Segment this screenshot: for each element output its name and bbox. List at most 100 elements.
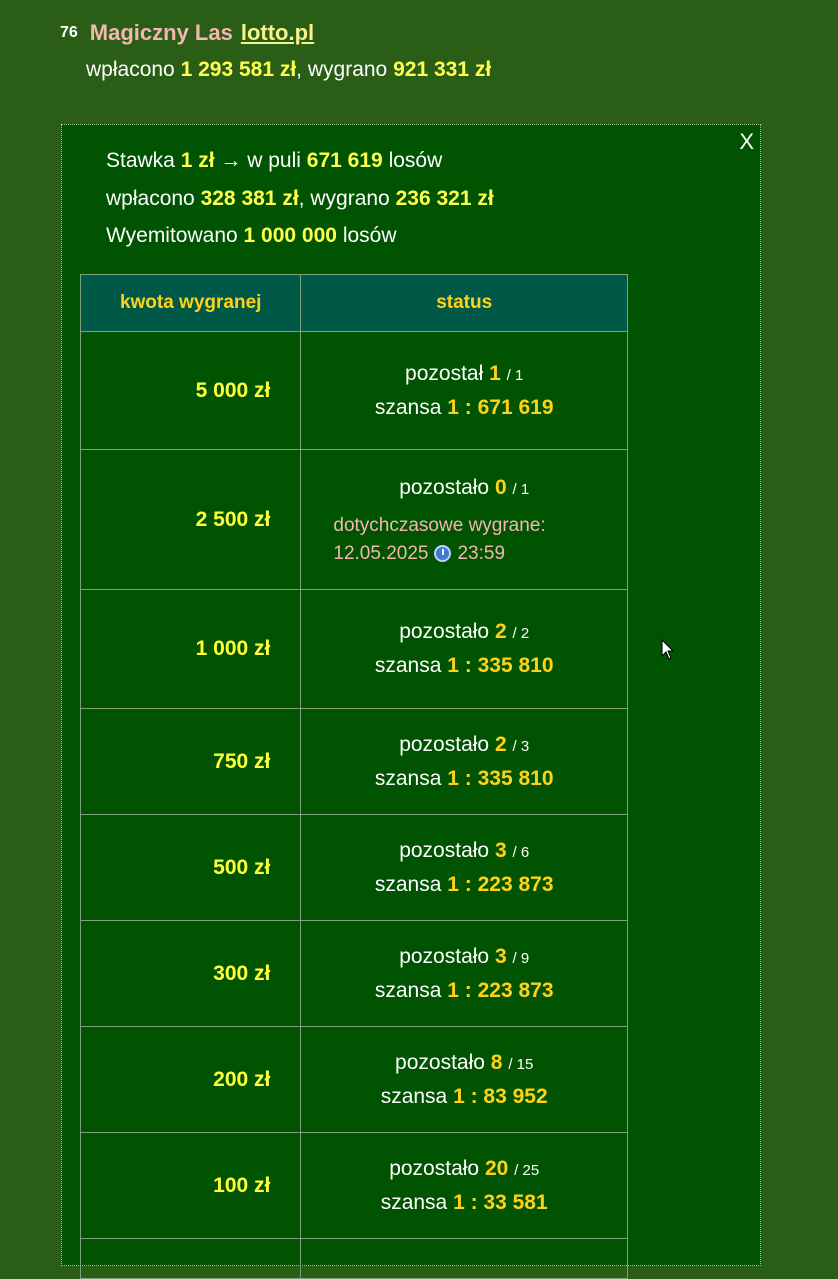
- chance-line: szansa 1 : 33 581: [302, 1187, 626, 1219]
- remaining-line: pozostało 2 / 3: [302, 729, 626, 763]
- prize-status: pozostało 2 / 3 szansa 1 : 335 810: [300, 708, 628, 815]
- pool-label: → w puli: [220, 149, 301, 172]
- remaining-line: pozostało 3 / 9: [302, 941, 626, 975]
- issued-line: Wyemitowano 1 000 000 losów: [106, 224, 397, 248]
- table-row: 100 zł pozostało 20 / 25 szansa 1 : 33 5…: [79, 1132, 628, 1239]
- prize-status: pozostał 1 / 1 szansa 1 : 671 619: [300, 331, 628, 450]
- game-title-row: 76 Magiczny Las lotto.pl: [60, 18, 314, 48]
- remaining-label: pozostało: [399, 732, 490, 756]
- stake-value: 1 zł: [180, 149, 215, 172]
- separator: ,: [296, 58, 303, 81]
- table-row: 5 000 zł pozostał 1 / 1 szansa 1 : 671 6…: [79, 331, 628, 450]
- chance-label: szansa: [374, 978, 442, 1002]
- win-date: 12.05.2025: [333, 542, 429, 564]
- total-count: / 25: [514, 1161, 540, 1179]
- pool-value: 671 619: [306, 149, 383, 172]
- chance-value: 1 : 335 810: [447, 654, 554, 677]
- table-row: 200 zł pozostało 8 / 15 szansa 1 : 83 95…: [79, 1026, 628, 1133]
- table-header-row: kwota wygranej status: [79, 274, 628, 332]
- mouse-pointer-icon: [661, 639, 675, 660]
- prize-amount: 2 500 zł: [79, 449, 302, 590]
- chance-label: szansa: [380, 1190, 448, 1214]
- prize-amount: 1 000 zł: [79, 589, 302, 709]
- remaining-count: 2: [494, 732, 507, 756]
- close-button[interactable]: X: [739, 129, 754, 155]
- prize-amount: 500 zł: [79, 814, 302, 921]
- chance-line: szansa 1 : 223 873: [302, 869, 626, 901]
- table-row: 2 500 zł pozostało 0 / 1 dotychczasowe w…: [79, 449, 628, 590]
- remaining-count: 1: [489, 361, 501, 385]
- remaining-line: pozostało 8 / 15: [302, 1047, 626, 1081]
- table-row: 500 zł pozostało 3 / 6 szansa 1 : 223 87…: [79, 814, 628, 921]
- remaining-label: pozostało: [399, 838, 490, 862]
- game-totals: wpłacono 1 293 581 zł, wygrano 921 331 z…: [86, 58, 491, 82]
- column-header-status: status: [300, 274, 628, 332]
- prize-amount: 100 zł: [79, 1132, 302, 1239]
- stake-line: Stawka 1 zł → w puli 671 619 losów: [106, 149, 442, 173]
- previous-wins-label: dotychczasowe wygrane:: [333, 514, 546, 536]
- remaining-count: 2: [494, 620, 507, 643]
- chance-value: 1 : 335 810: [447, 766, 554, 790]
- stake-paid-label: wpłacono: [106, 187, 195, 210]
- prize-amount: 5 000 zł: [79, 331, 302, 450]
- stake-won-value: 236 321 zł: [395, 187, 494, 210]
- prize-status: pozostało 0 / 1 dotychczasowe wygrane: 1…: [300, 449, 628, 590]
- previous-wins: dotychczasowe wygrane: 12.05.2025 23:59: [302, 512, 626, 568]
- chance-value: 1 : 223 873: [447, 978, 554, 1002]
- pool-unit: losów: [388, 149, 443, 172]
- chance-line: szansa 1 : 335 810: [302, 650, 626, 682]
- stake-details-panel: X Stawka 1 zł → w puli 671 619 losów wpł…: [61, 124, 761, 1279]
- site-link[interactable]: lotto.pl: [241, 20, 314, 46]
- prize-status: pozostało 8 / 15 szansa 1 : 83 952: [300, 1026, 628, 1133]
- prize-status: pozostało 3 / 9 szansa 1 : 223 873: [300, 920, 628, 1027]
- prize-status-cell-partial: [300, 1238, 628, 1279]
- remaining-label: pozostał: [405, 361, 484, 385]
- stake-totals-line: wpłacono 328 381 zł, wygrano 236 321 zł: [106, 187, 494, 211]
- remaining-label: pozostało: [399, 475, 490, 499]
- chance-label: szansa: [374, 766, 442, 790]
- remaining-label: pozostało: [399, 944, 490, 968]
- total-count: / 15: [508, 1055, 534, 1073]
- chance-line: szansa 1 : 223 873: [302, 975, 626, 1007]
- chance-value: 1 : 33 581: [453, 1190, 548, 1214]
- column-header-amount: kwota wygranej: [79, 274, 302, 332]
- chance-line: szansa 1 : 83 952: [302, 1081, 626, 1113]
- chance-label: szansa: [380, 1084, 448, 1108]
- remaining-line: pozostało 20 / 25: [302, 1153, 626, 1187]
- prize-status: pozostało 3 / 6 szansa 1 : 223 873: [300, 814, 628, 921]
- chance-label: szansa: [374, 395, 442, 419]
- chance-value: 1 : 83 952: [453, 1084, 548, 1108]
- chance-label: szansa: [374, 654, 442, 677]
- remaining-count: 3: [494, 944, 507, 968]
- stake-won-label: wygrano: [310, 187, 390, 210]
- total-won-label: wygrano: [307, 58, 388, 81]
- remaining-line: pozostało 3 / 6: [302, 835, 626, 869]
- prize-status: pozostało 20 / 25 szansa 1 : 33 581: [300, 1132, 628, 1239]
- game-number: 76: [60, 24, 78, 41]
- remaining-label: pozostało: [399, 620, 490, 643]
- table-row: [79, 1238, 628, 1279]
- issued-unit: losów: [342, 224, 397, 247]
- table-row: 1 000 zł pozostało 2 / 2 szansa 1 : 335 …: [79, 589, 628, 709]
- remaining-count: 8: [490, 1050, 503, 1074]
- prize-amount: 300 zł: [79, 920, 302, 1027]
- total-count: / 1: [512, 480, 530, 498]
- remaining-line: pozostało 2 / 2: [302, 616, 626, 650]
- total-count: / 1: [506, 366, 524, 384]
- prize-amount: 750 zł: [79, 708, 302, 815]
- win-time: 23:59: [457, 542, 506, 564]
- stake-label: Stawka: [106, 149, 175, 172]
- alarm-clock-icon: [434, 544, 452, 562]
- chance-line: szansa 1 : 671 619: [302, 392, 626, 424]
- remaining-line: pozostał 1 / 1: [302, 358, 626, 392]
- separator: ,: [298, 187, 305, 210]
- total-count: / 2: [512, 625, 530, 642]
- total-paid-label: wpłacono: [86, 58, 175, 81]
- total-count: / 6: [512, 843, 530, 861]
- chance-line: szansa 1 : 335 810: [302, 763, 626, 795]
- table-row: 750 zł pozostało 2 / 3 szansa 1 : 335 81…: [79, 708, 628, 815]
- table-row: 300 zł pozostało 3 / 9 szansa 1 : 223 87…: [79, 920, 628, 1027]
- chance-value: 1 : 671 619: [447, 395, 554, 419]
- remaining-label: pozostało: [389, 1156, 480, 1180]
- remaining-count: 20: [484, 1156, 509, 1180]
